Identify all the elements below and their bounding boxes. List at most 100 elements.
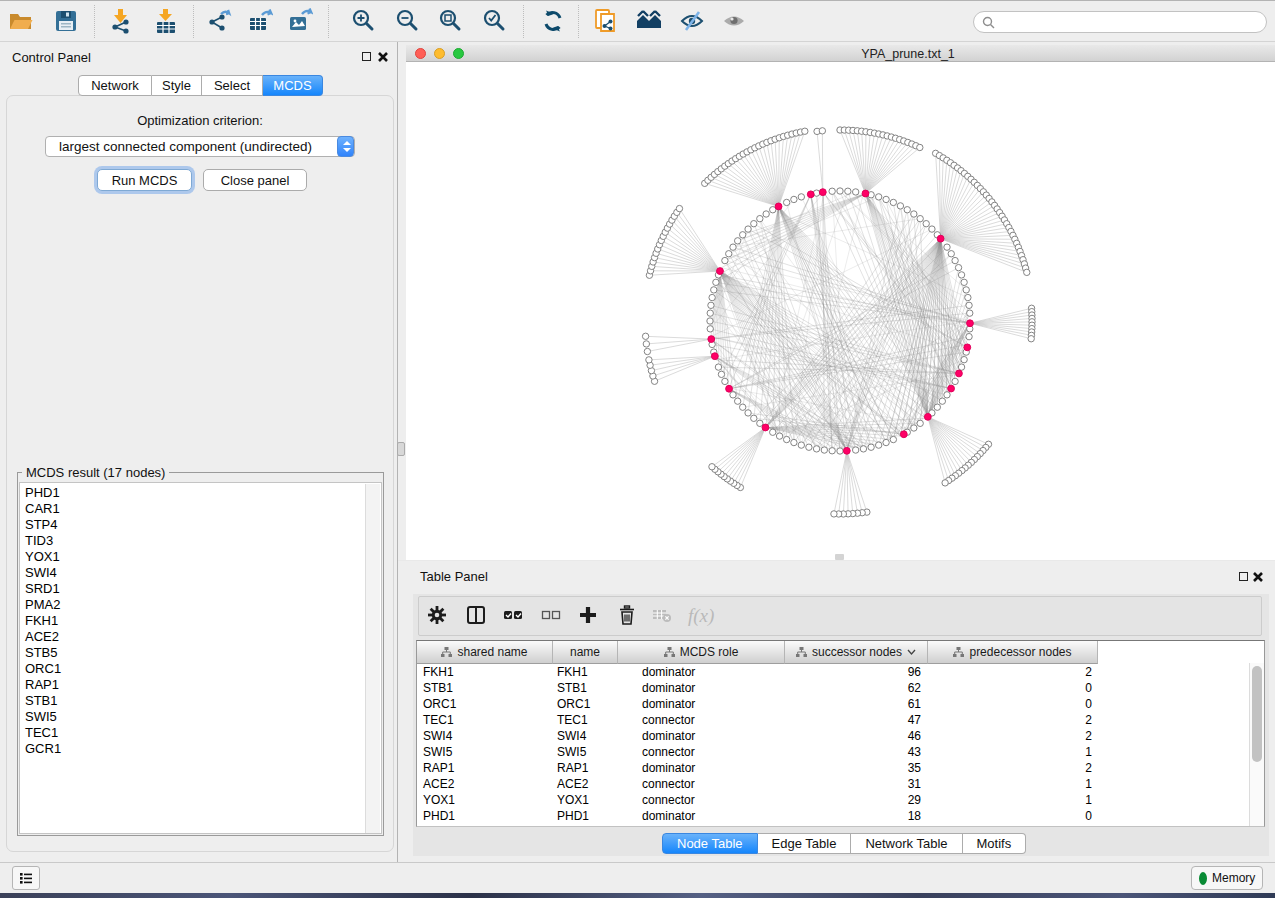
table-row[interactable]: RAP1RAP1dominator352 — [417, 760, 1247, 776]
vertical-splitter-handle[interactable] — [397, 442, 405, 456]
network-overview-icon[interactable] — [636, 8, 662, 34]
mcds-result-item[interactable]: TEC1 — [25, 725, 381, 741]
table-cell[interactable]: 2 — [928, 664, 1098, 680]
open-folder-icon[interactable] — [8, 8, 34, 34]
table-row[interactable]: ACE2ACE2connector311 — [417, 776, 1247, 792]
table-row[interactable]: ORC1ORC1dominator610 — [417, 696, 1247, 712]
tab-network-table[interactable]: Network Table — [851, 833, 962, 854]
column-header-predecessor-nodes[interactable]: predecessor nodes — [928, 641, 1098, 664]
task-history-button[interactable] — [12, 866, 40, 890]
table-cell[interactable]: RAP1 — [417, 760, 553, 776]
table-cell[interactable]: STB1 — [417, 680, 553, 696]
zoom-out-icon[interactable] — [395, 8, 421, 34]
table-cell[interactable]: TEC1 — [417, 712, 553, 728]
mcds-result-item[interactable]: ACE2 — [25, 629, 381, 645]
tab-select[interactable]: Select — [202, 75, 263, 96]
table-cell[interactable]: 29 — [785, 792, 928, 808]
close-window-icon[interactable] — [415, 48, 426, 59]
mcds-result-item[interactable]: RAP1 — [25, 677, 381, 693]
horizontal-splitter-handle[interactable] — [835, 554, 844, 560]
table-cell[interactable]: STB1 — [553, 680, 618, 696]
table-cell[interactable]: SWI4 — [417, 728, 553, 744]
table-cell[interactable]: YOX1 — [553, 792, 618, 808]
mcds-result-item[interactable]: SWI5 — [25, 709, 381, 725]
float-panel-icon[interactable] — [362, 52, 371, 61]
table-cell[interactable]: 1 — [928, 776, 1098, 792]
tab-network[interactable]: Network — [78, 75, 152, 96]
table-cell[interactable]: 2 — [928, 760, 1098, 776]
close-table-panel-icon[interactable] — [1252, 571, 1264, 583]
column-header-MCDS-role[interactable]: MCDS role — [618, 641, 785, 664]
mcds-result-item[interactable]: SWI4 — [25, 565, 381, 581]
mcds-result-item[interactable]: FKH1 — [25, 613, 381, 629]
delete-column-icon[interactable] — [617, 605, 637, 625]
refresh-icon[interactable] — [540, 8, 566, 34]
memory-button[interactable]: Memory — [1191, 866, 1263, 890]
table-cell[interactable]: 43 — [785, 744, 928, 760]
tab-node-table[interactable]: Node Table — [662, 833, 758, 854]
gear-icon[interactable] — [427, 605, 447, 625]
maximize-window-icon[interactable] — [453, 48, 464, 59]
horizontal-splitter[interactable] — [398, 560, 1275, 561]
close-panel-button[interactable]: Close panel — [203, 169, 307, 191]
zoom-in-icon[interactable] — [351, 8, 377, 34]
table-cell[interactable]: ORC1 — [553, 696, 618, 712]
table-cell[interactable]: 61 — [785, 696, 928, 712]
mcds-result-item[interactable]: PHD1 — [25, 485, 381, 501]
table-cell[interactable]: 0 — [928, 680, 1098, 696]
zoom-fit-icon[interactable] — [438, 8, 464, 34]
mcds-result-item[interactable]: TID3 — [25, 533, 381, 549]
eye-icon[interactable] — [721, 8, 747, 34]
column-header-name[interactable]: name — [553, 641, 618, 664]
table-cell[interactable]: connector — [618, 744, 785, 760]
table-cell[interactable]: FKH1 — [417, 664, 553, 680]
table-cell[interactable]: 31 — [785, 776, 928, 792]
save-icon[interactable] — [53, 8, 79, 34]
table-cell[interactable]: SWI5 — [417, 744, 553, 760]
optimization-dropdown[interactable]: largest connected component (undirected) — [45, 136, 355, 157]
table-cell[interactable]: 2 — [928, 728, 1098, 744]
table-cell[interactable]: YOX1 — [417, 792, 553, 808]
table-row[interactable]: TEC1TEC1connector472 — [417, 712, 1247, 728]
table-cell[interactable]: SWI5 — [553, 744, 618, 760]
select-all-icon[interactable] — [503, 605, 523, 625]
network-window-titlebar[interactable] — [406, 45, 1275, 62]
export-network-icon[interactable] — [207, 8, 233, 34]
delete-table-icon[interactable] — [652, 605, 672, 625]
export-image-icon[interactable] — [287, 8, 313, 34]
mcds-result-item[interactable]: ORC1 — [25, 661, 381, 677]
table-cell[interactable]: PHD1 — [417, 808, 553, 824]
mcds-list-scrollbar[interactable] — [365, 484, 380, 834]
tab-motifs[interactable]: Motifs — [963, 833, 1027, 854]
mcds-result-item[interactable]: PMA2 — [25, 597, 381, 613]
split-columns-icon[interactable] — [466, 605, 486, 625]
table-cell[interactable]: 96 — [785, 664, 928, 680]
mcds-result-list[interactable]: PHD1CAR1STP4TID3YOX1SWI4SRD1PMA2FKH1ACE2… — [19, 482, 382, 834]
table-cell[interactable]: 62 — [785, 680, 928, 696]
import-table-icon[interactable] — [153, 8, 179, 34]
float-table-panel-icon[interactable] — [1239, 572, 1248, 581]
table-cell[interactable]: dominator — [618, 760, 785, 776]
import-network-icon[interactable] — [108, 8, 134, 34]
table-row[interactable]: SWI4SWI4dominator462 — [417, 728, 1247, 744]
network-view[interactable] — [406, 62, 1275, 560]
table-scrollbar[interactable] — [1249, 663, 1264, 826]
table-cell[interactable]: dominator — [618, 680, 785, 696]
table-cell[interactable]: PHD1 — [553, 808, 618, 824]
table-cell[interactable]: dominator — [618, 664, 785, 680]
mcds-result-item[interactable]: STB5 — [25, 645, 381, 661]
minimize-window-icon[interactable] — [434, 48, 445, 59]
table-cell[interactable]: connector — [618, 792, 785, 808]
mcds-result-item[interactable]: STP4 — [25, 517, 381, 533]
table-cell[interactable]: 47 — [785, 712, 928, 728]
table-cell[interactable]: 0 — [928, 808, 1098, 824]
table-cell[interactable]: connector — [618, 712, 785, 728]
tab-mcds[interactable]: MCDS — [263, 75, 323, 96]
mcds-result-item[interactable]: STB1 — [25, 693, 381, 709]
close-panel-icon[interactable] — [377, 51, 389, 63]
share-document-icon[interactable] — [593, 8, 619, 34]
table-row[interactable]: FKH1FKH1dominator962 — [417, 664, 1247, 680]
table-row[interactable]: YOX1YOX1connector291 — [417, 792, 1247, 808]
table-cell[interactable]: 1 — [928, 744, 1098, 760]
table-cell[interactable]: TEC1 — [553, 712, 618, 728]
